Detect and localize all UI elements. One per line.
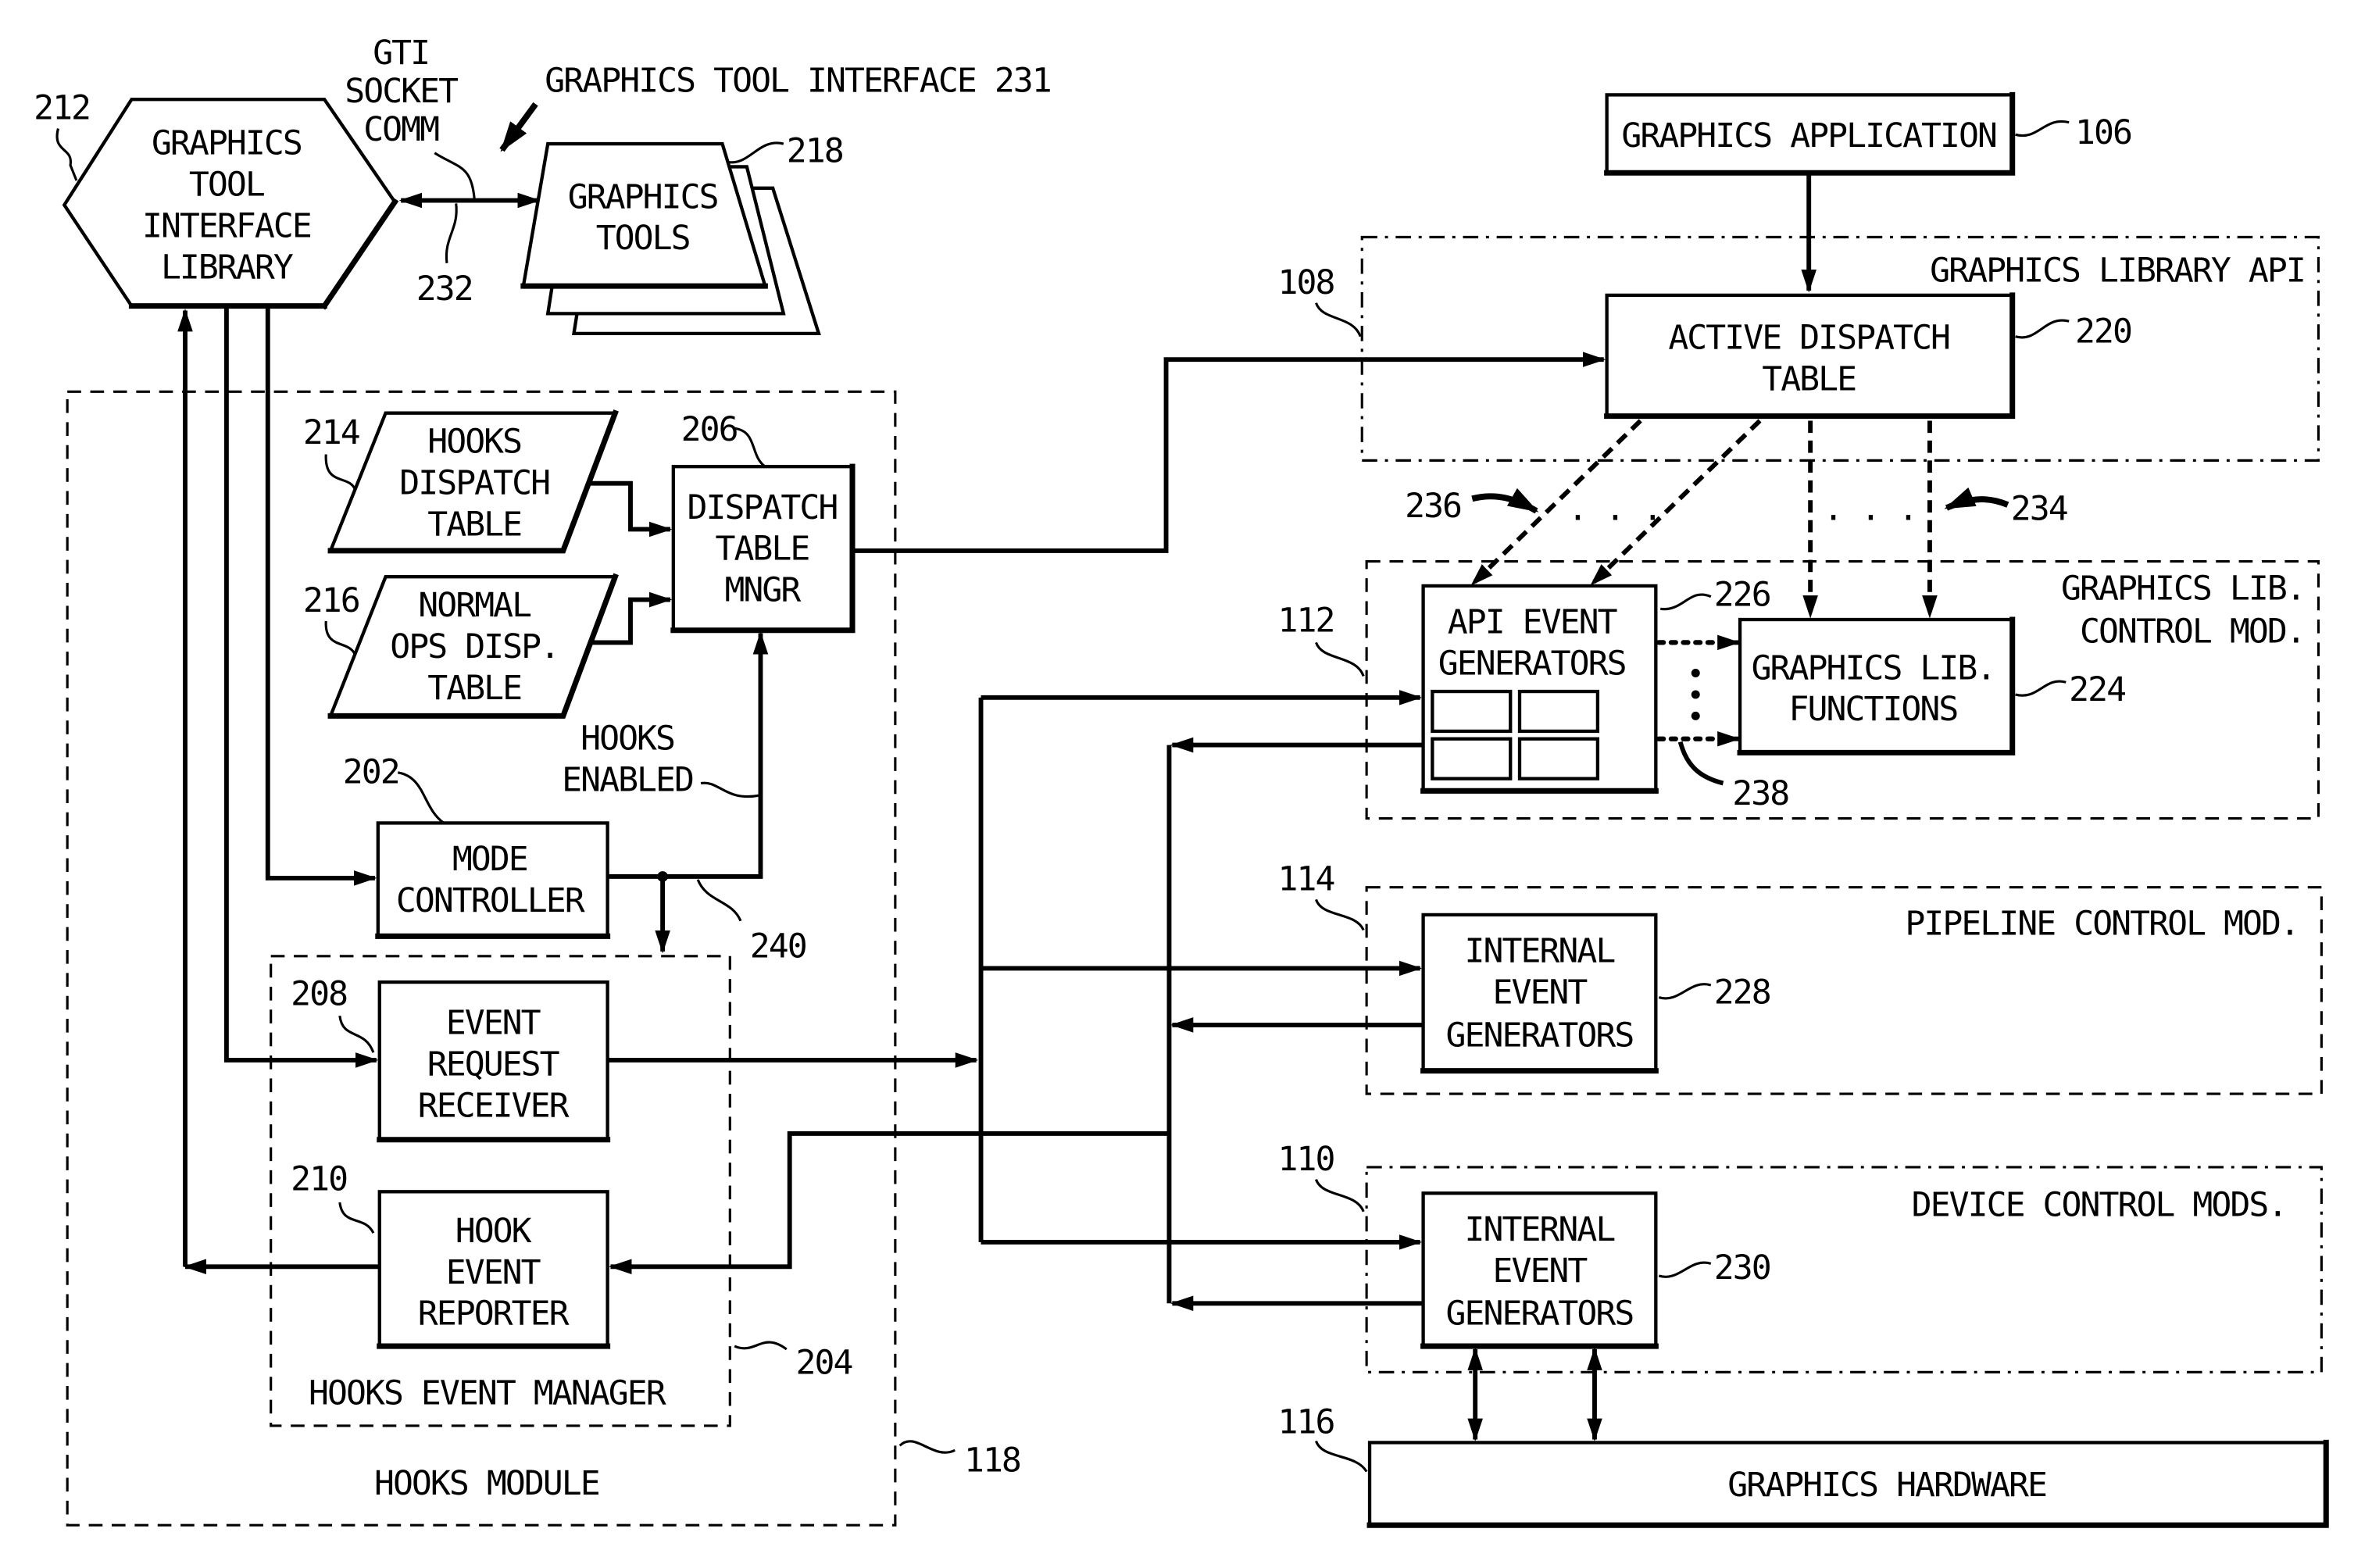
normal-pointer-icon xyxy=(1944,487,2009,511)
api-event-cell-3 xyxy=(1431,737,1513,780)
hooks-event-manager-label: HOOKS EVENT MANAGER xyxy=(309,1373,666,1413)
hooks-module-ref: 118 xyxy=(964,1441,1020,1480)
graphics-application-ref: 106 xyxy=(2075,113,2131,152)
graphics-hardware-ref: 116 xyxy=(1278,1403,1334,1442)
gti-library-line-4: LIBRARY xyxy=(161,248,294,287)
dispatch-mngr-line-2: TABLE xyxy=(715,530,809,569)
receiver-ref: 208 xyxy=(291,974,347,1013)
graphics-lib-control-ref: 112 xyxy=(1278,602,1334,641)
reporter-line-1: HOOK xyxy=(455,1212,532,1251)
api-event-cell-2 xyxy=(1517,689,1600,734)
gti-interface-label: GRAPHICS TOOL INTERFACE 231 xyxy=(545,61,1051,100)
hooks-event-manager-ref: 204 xyxy=(796,1343,852,1382)
hooks-dispatch-ref: 214 xyxy=(303,413,359,452)
device-gen-line-1: INTERNAL xyxy=(1465,1210,1615,1249)
graphics-lib-control-line-2: CONTROL MOD. xyxy=(2080,612,2305,651)
reporter-line-2: EVENT xyxy=(446,1253,541,1292)
device-gen-line-2: EVENT xyxy=(1493,1252,1588,1291)
graphics-library-api-label: GRAPHICS LIBRARY API xyxy=(1930,251,2305,290)
device-control-label: DEVICE CONTROL MODS. xyxy=(1912,1186,2287,1225)
hooks-enabled-line-2: ENABLED xyxy=(562,760,693,799)
hooks-module: HOOKS MODULE 118 HOOKS DISPATCH TABLE 21… xyxy=(66,390,1022,1527)
api-event-ref: 226 xyxy=(1714,575,1770,614)
graphics-tools-stack: GRAPHICS TOOLS 218 xyxy=(520,132,845,336)
hooks-module-label: HOOKS MODULE xyxy=(374,1464,599,1503)
normal-ops-line-2: OPS DISP. xyxy=(390,627,559,666)
gti-socket-line-3: COMM xyxy=(363,110,439,149)
device-gen-ref: 230 xyxy=(1714,1248,1770,1288)
pipeline-gen-line-3: GENERATORS xyxy=(1446,1016,1634,1055)
reporter-ref: 210 xyxy=(291,1159,347,1198)
graphics-lib-control-module: GRAPHICS LIB. CONTROL MOD. 112 API EVENT… xyxy=(1278,560,2320,820)
signal-ref-240: 240 xyxy=(750,927,806,966)
mode-controller-line-2: CONTROLLER xyxy=(396,881,585,920)
graphics-lib-functions-line-1: GRAPHICS LIB. xyxy=(1752,648,1995,688)
block-diagram: GRAPHICS TOOL INTERFACE LIBRARY 212 GTI … xyxy=(34,34,2329,1528)
gti-socket-line-2: SOCKET xyxy=(345,72,458,111)
call-path-ref: 238 xyxy=(1732,774,1788,813)
api-event-line-1: API EVENT xyxy=(1448,603,1617,642)
dispatch-mngr-ref: 206 xyxy=(681,410,738,449)
receiver-line-2: REQUEST xyxy=(427,1045,559,1084)
graphics-lib-functions-ref: 224 xyxy=(2069,670,2125,709)
graphics-lib-control-line-1: GRAPHICS LIB. xyxy=(2061,570,2305,609)
device-gen-line-3: GENERATORS xyxy=(1446,1295,1634,1334)
hooks-enabled-line-1: HOOKS xyxy=(580,719,674,758)
normal-ops-line-1: NORMAL xyxy=(418,586,530,625)
gti-library-line-1: GRAPHICS xyxy=(152,124,302,163)
gti-library-ref: 212 xyxy=(34,89,90,128)
graphics-tools-ref: 218 xyxy=(787,132,843,171)
active-dispatch-line-1: ACTIVE DISPATCH xyxy=(1668,318,1949,357)
gti-library-line-3: INTERFACE xyxy=(142,207,311,246)
hooked-ellipsis: . . . xyxy=(1567,490,1661,529)
pipeline-control-ref: 114 xyxy=(1278,860,1334,899)
gti-interface-label-block: GRAPHICS TOOL INTERFACE 231 xyxy=(499,61,1052,152)
receiver-line-1: EVENT xyxy=(446,1004,541,1043)
dispatch-mngr-line-3: MNGR xyxy=(724,571,801,610)
pipeline-control-module: PIPELINE CONTROL MOD. 114 INTERNAL EVENT… xyxy=(1278,860,2323,1095)
hooked-path-ref: 236 xyxy=(1405,487,1461,526)
wire-hooks-table-to-mngr xyxy=(591,480,673,538)
api-event-cell-4 xyxy=(1517,737,1600,780)
gti-socket-line-1: GTI xyxy=(373,34,429,73)
dispatch-mngr-line-1: DISPATCH xyxy=(688,488,838,527)
hooks-dispatch-line-3: TABLE xyxy=(427,505,521,544)
mode-controller-line-1: MODE xyxy=(452,840,527,879)
graphics-lib-functions-line-2: FUNCTIONS xyxy=(1789,690,1958,729)
graphics-hardware-block: GRAPHICS HARDWARE 116 xyxy=(1278,1403,2329,1528)
receiver-line-3: RECEIVER xyxy=(418,1086,570,1125)
normal-ops-line-3: TABLE xyxy=(427,669,521,708)
device-control-module: DEVICE CONTROL MODS. 110 INTERNAL EVENT … xyxy=(1278,1140,2323,1373)
graphics-library-api-ref: 108 xyxy=(1278,263,1334,302)
mode-controller-ref: 202 xyxy=(343,753,399,792)
graphics-application-label: GRAPHICS APPLICATION xyxy=(1621,116,1996,155)
active-dispatch-ref: 220 xyxy=(2075,313,2131,352)
reporter-line-3: REPORTER xyxy=(418,1295,570,1334)
pipeline-gen-line-2: EVENT xyxy=(1493,973,1588,1012)
gti-library-block: GRAPHICS TOOL INTERFACE LIBRARY 212 xyxy=(34,89,399,310)
graphics-tools-line-1: GRAPHICS xyxy=(568,177,718,216)
normal-ellipsis: . . . xyxy=(1824,490,1917,529)
gti-library-line-2: TOOL xyxy=(189,166,264,205)
graphics-library-api: GRAPHICS LIBRARY API 108 ACTIVE DISPATCH… xyxy=(1278,235,2320,462)
hooks-dispatch-line-2: DISPATCH xyxy=(399,463,549,502)
normal-path-ref: 234 xyxy=(2011,490,2067,529)
hooked-pointer-icon xyxy=(1471,488,1539,514)
pipeline-control-label: PIPELINE CONTROL MOD. xyxy=(1905,904,2299,943)
graphics-tools-line-2: TOOLS xyxy=(596,219,690,258)
gti-socket-ref: 232 xyxy=(416,270,473,309)
device-control-ref: 110 xyxy=(1278,1140,1334,1179)
active-dispatch-line-2: TABLE xyxy=(1762,359,1856,398)
api-event-line-2: GENERATORS xyxy=(1438,645,1626,684)
api-event-cell-1 xyxy=(1431,689,1513,734)
pipeline-gen-ref: 228 xyxy=(1714,973,1770,1012)
wire-mngr-to-active-dispatch xyxy=(852,352,1606,553)
gti-interface-pointer-icon xyxy=(499,102,538,152)
wire-events-to-reporter xyxy=(609,1130,1170,1275)
graphics-hardware-label: GRAPHICS HARDWARE xyxy=(1727,1466,2046,1505)
normal-ops-ref: 216 xyxy=(303,581,359,620)
pipeline-gen-line-1: INTERNAL xyxy=(1465,932,1615,971)
hooks-dispatch-line-1: HOOKS xyxy=(427,423,521,462)
gti-library-leader xyxy=(55,128,78,181)
